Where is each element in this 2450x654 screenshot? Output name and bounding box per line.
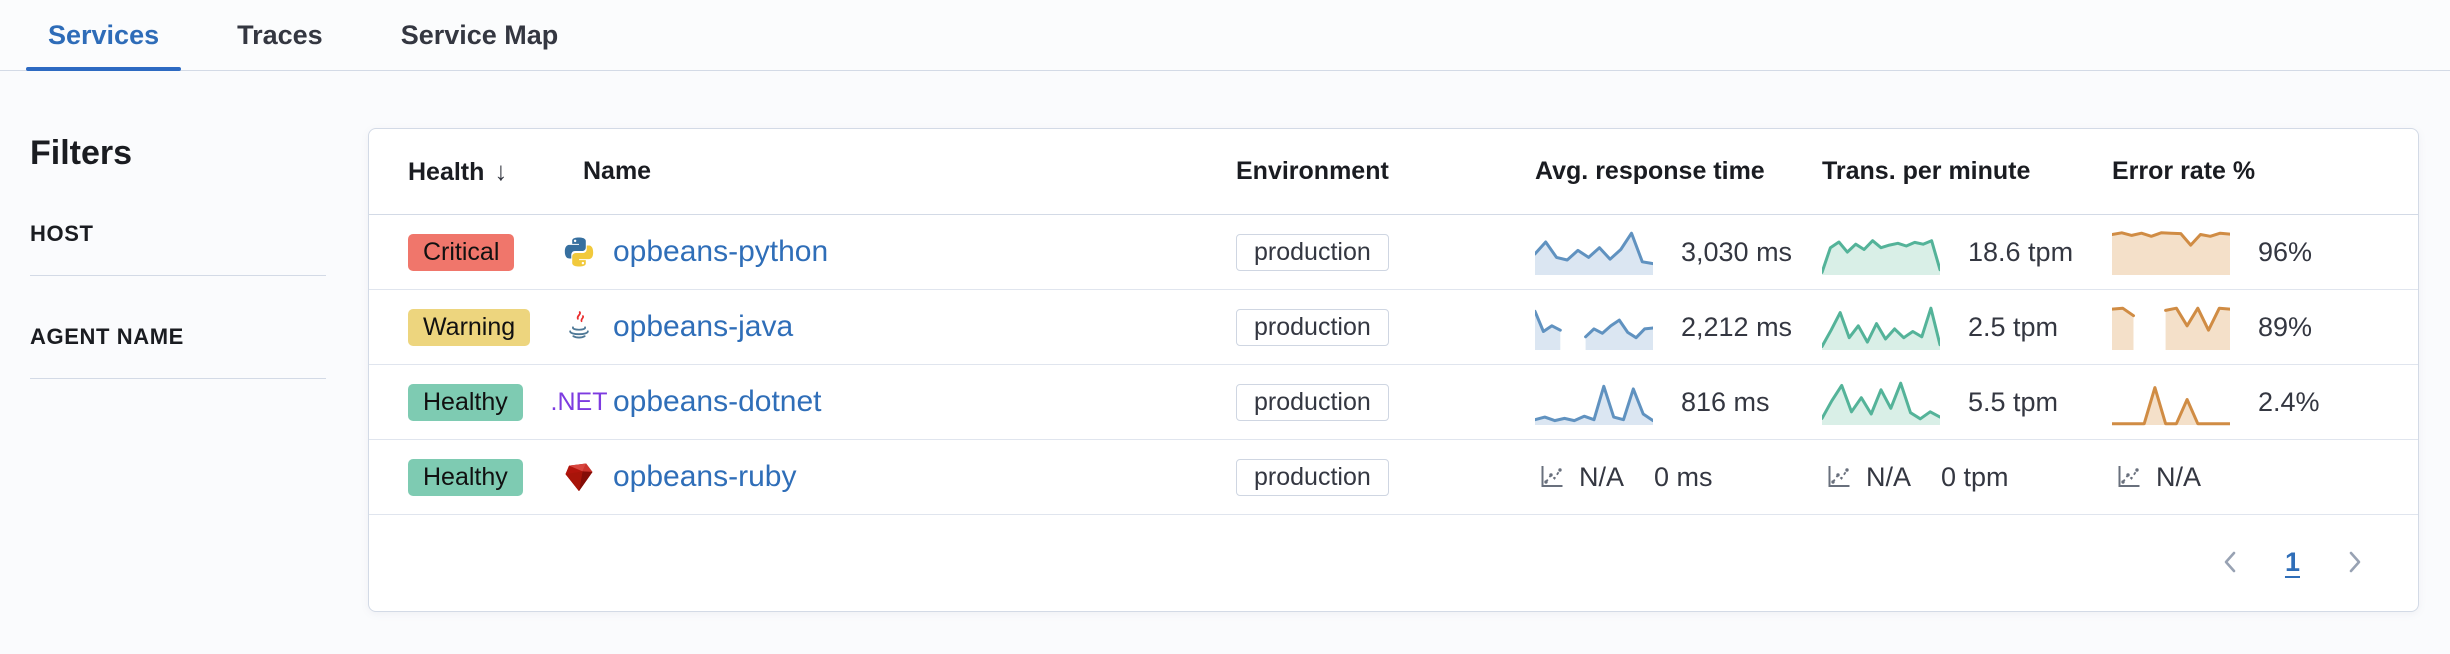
error_rate-value: 96% bbox=[2258, 237, 2312, 268]
latency-value: 0 ms bbox=[1654, 462, 1713, 493]
chevron-right-icon[interactable] bbox=[2334, 542, 2374, 582]
table-body: Critical opbeans-python production 3,030… bbox=[369, 215, 2418, 515]
table-row: Critical opbeans-python production 3,030… bbox=[369, 215, 2418, 290]
error_rate-sparkline-chart bbox=[2112, 228, 2230, 276]
service-link[interactable]: opbeans-python bbox=[613, 235, 828, 269]
latency-sparkline bbox=[1535, 303, 1653, 351]
error_rate-value: 2.4% bbox=[2258, 387, 2320, 418]
column-header-error-rate[interactable]: Error rate % bbox=[2112, 157, 2418, 186]
throughput-sparkline-chart bbox=[1822, 378, 1940, 426]
service-link[interactable]: opbeans-dotnet bbox=[613, 385, 822, 419]
table-row: Healthy opbeans-ruby production N/A 0 ms… bbox=[369, 440, 2418, 515]
throughput-sparkline bbox=[1822, 228, 1940, 276]
latency-value: 3,030 ms bbox=[1681, 237, 1792, 268]
health-badge: Healthy bbox=[408, 459, 523, 496]
error_rate-na-label: N/A bbox=[2156, 462, 2201, 493]
filter-section-host[interactable]: HOST bbox=[30, 221, 368, 276]
error_rate-sparkline bbox=[2112, 378, 2230, 426]
service-link[interactable]: opbeans-ruby bbox=[613, 460, 796, 494]
latency-sparkline-chart bbox=[1535, 378, 1653, 426]
tab-service-map[interactable]: Service Map bbox=[379, 0, 581, 70]
dotnet-icon: .NET bbox=[562, 385, 596, 419]
filters-sidebar: Filters HOST AGENT NAME bbox=[0, 71, 368, 379]
throughput-sparkline-chart bbox=[1822, 228, 1940, 276]
table-row: Warning opbeans-java production 2,212 ms… bbox=[369, 290, 2418, 365]
environment-badge: production bbox=[1236, 309, 1389, 346]
latency-na-label: N/A bbox=[1579, 462, 1624, 493]
throughput-value: 2.5 tpm bbox=[1968, 312, 2058, 343]
page-number-1[interactable]: 1 bbox=[2281, 547, 2304, 578]
error_rate-sparkline bbox=[2112, 303, 2230, 351]
service-link[interactable]: opbeans-java bbox=[613, 310, 793, 344]
environment-badge: production bbox=[1236, 234, 1389, 271]
error_rate-sparkline-chart bbox=[2112, 378, 2230, 426]
error_rate-value: 89% bbox=[2258, 312, 2312, 343]
filters-title: Filters bbox=[30, 133, 368, 173]
chart-placeholder-icon bbox=[1535, 461, 1567, 493]
tab-services[interactable]: Services bbox=[26, 0, 181, 70]
filter-section-agent-name[interactable]: AGENT NAME bbox=[30, 324, 368, 379]
throughput-value: 5.5 tpm bbox=[1968, 387, 2058, 418]
chevron-left-icon[interactable] bbox=[2211, 542, 2251, 582]
throughput-sparkline bbox=[1822, 378, 1940, 426]
column-header-health[interactable]: Health↓ bbox=[408, 156, 555, 187]
sort-descending-icon: ↓ bbox=[494, 156, 507, 186]
throughput-sparkline bbox=[1822, 303, 1940, 351]
error_rate-sparkline-chart bbox=[2112, 303, 2230, 351]
environment-badge: production bbox=[1236, 384, 1389, 421]
column-header-environment[interactable]: Environment bbox=[1236, 157, 1535, 186]
health-badge: Warning bbox=[408, 309, 530, 346]
health-badge: Critical bbox=[408, 234, 514, 271]
pagination: 1 bbox=[369, 515, 2418, 609]
throughput-value: 18.6 tpm bbox=[1968, 237, 2073, 268]
java-icon bbox=[562, 310, 596, 344]
error_rate-sparkline bbox=[2112, 228, 2230, 276]
latency-sparkline-chart bbox=[1535, 228, 1653, 276]
latency-value: 2,212 ms bbox=[1681, 312, 1792, 343]
chart-placeholder-icon bbox=[2112, 461, 2144, 493]
throughput-value: 0 tpm bbox=[1941, 462, 2009, 493]
divider bbox=[30, 378, 326, 379]
tab-traces[interactable]: Traces bbox=[215, 0, 345, 70]
top-tab-bar: Services Traces Service Map bbox=[0, 0, 2450, 71]
throughput-sparkline-chart bbox=[1822, 303, 1940, 351]
filter-section-agent-name-label: AGENT NAME bbox=[30, 324, 368, 350]
latency-sparkline bbox=[1535, 378, 1653, 426]
environment-badge: production bbox=[1236, 459, 1389, 496]
column-header-avg-response-time[interactable]: Avg. response time bbox=[1535, 157, 1822, 186]
table-row: Healthy .NET opbeans-dotnet production 8… bbox=[369, 365, 2418, 440]
throughput-na-label: N/A bbox=[1866, 462, 1911, 493]
health-badge: Healthy bbox=[408, 384, 523, 421]
latency-sparkline bbox=[1535, 228, 1653, 276]
column-header-name[interactable]: Name bbox=[555, 157, 1236, 186]
chart-placeholder-icon bbox=[1822, 461, 1854, 493]
divider bbox=[30, 275, 326, 276]
services-table-card: Health↓ Name Environment Avg. response t… bbox=[368, 128, 2419, 612]
table-header-row: Health↓ Name Environment Avg. response t… bbox=[369, 129, 2418, 215]
filter-section-host-label: HOST bbox=[30, 221, 368, 247]
column-header-trans-per-minute[interactable]: Trans. per minute bbox=[1822, 157, 2112, 186]
latency-value: 816 ms bbox=[1681, 387, 1770, 418]
ruby-icon bbox=[562, 460, 596, 494]
python-icon bbox=[562, 235, 596, 269]
latency-sparkline-chart bbox=[1535, 303, 1653, 351]
